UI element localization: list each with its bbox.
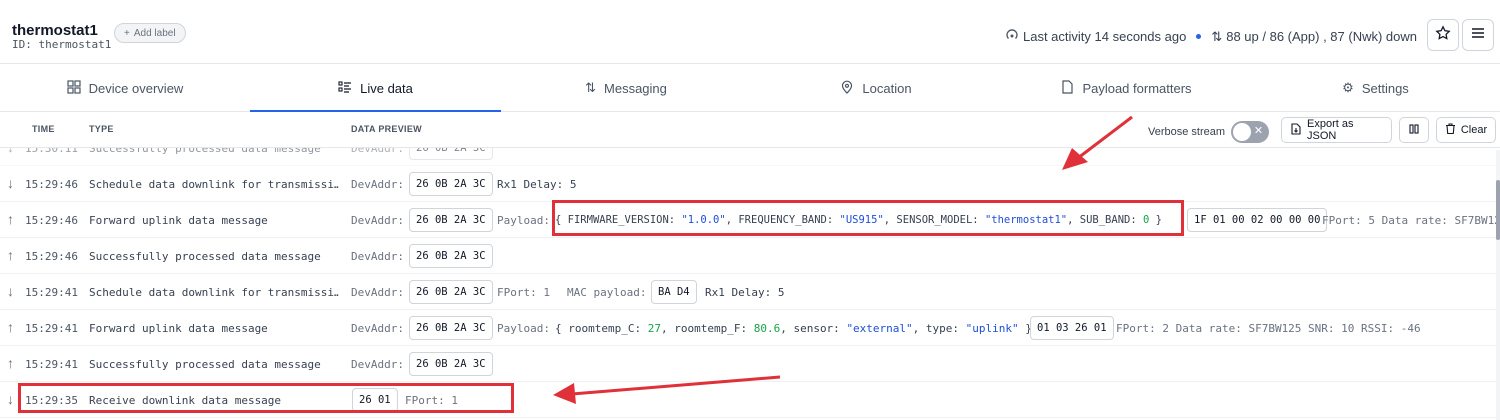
pause-icon: [1409, 123, 1419, 137]
verbose-stream-control-top: Verbose stream ✕: [1148, 121, 1270, 143]
annotation-arrowhead-upper: [1062, 148, 1088, 170]
export-json-button[interactable]: Export as JSON: [1281, 117, 1392, 143]
trash-icon: [1445, 123, 1456, 137]
pause-button[interactable]: [1399, 117, 1429, 143]
verbose-stream-label: Verbose stream: [1148, 126, 1226, 138]
close-icon: ✕: [1253, 125, 1264, 137]
clear-button[interactable]: Clear: [1436, 117, 1496, 143]
verbose-stream-toggle[interactable]: ✕: [1231, 121, 1270, 143]
annotation-arrowhead-lower: [553, 383, 576, 404]
toggle-knob: [1233, 123, 1252, 141]
annotation-arrows: [553, 115, 1133, 404]
export-label: Export as JSON: [1307, 118, 1354, 142]
clear-label: Clear: [1460, 124, 1488, 136]
export-file-icon: [1290, 122, 1302, 138]
